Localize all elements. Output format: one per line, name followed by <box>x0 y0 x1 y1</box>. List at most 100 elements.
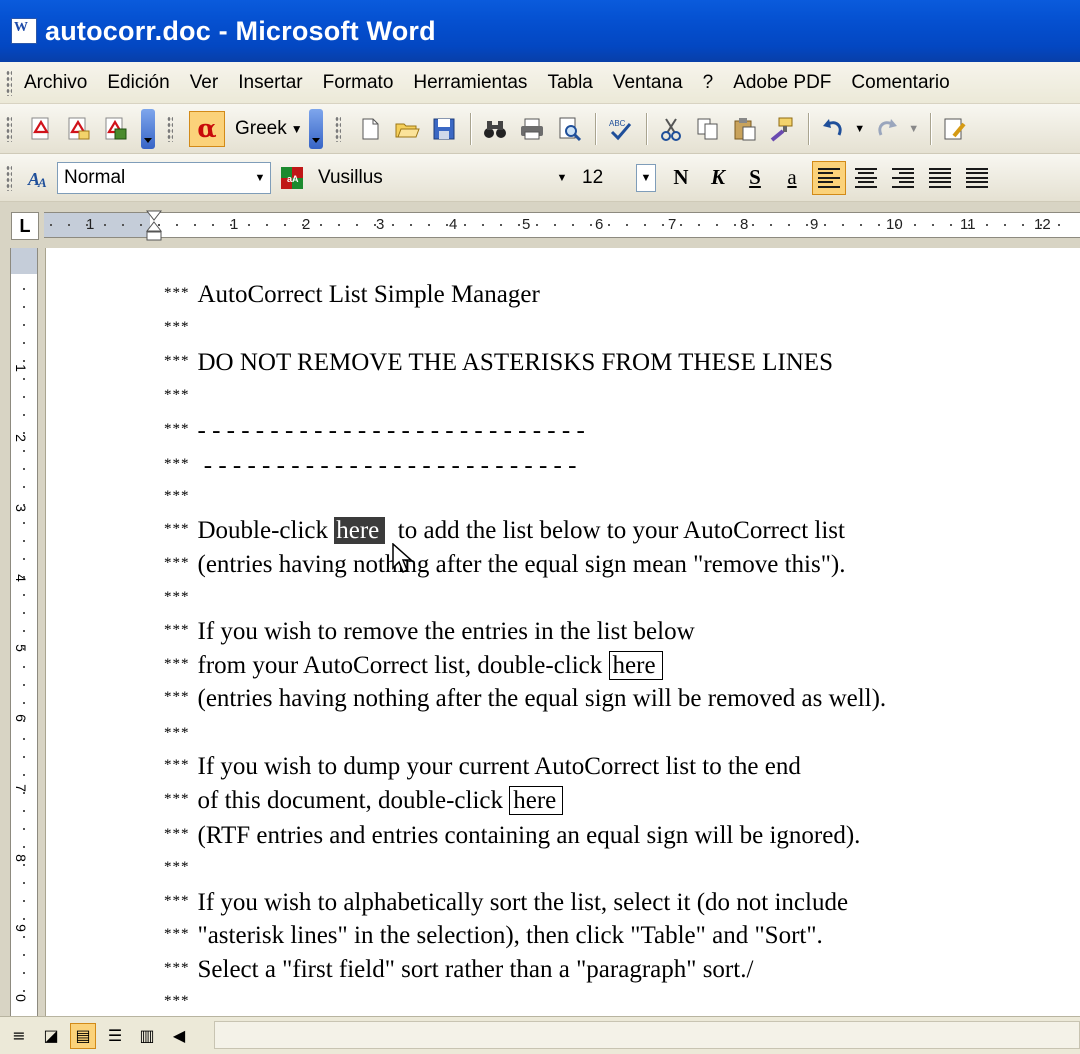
menu-edicion[interactable]: Edición <box>107 72 169 94</box>
menu-ver[interactable]: Ver <box>190 72 219 94</box>
vertical-ruler[interactable]: 1 2 3 4 5 6 7 8 9 0 <box>0 248 46 1016</box>
document-line[interactable]: *** - - - - - - - - - - - - - - - - - - -… <box>164 417 585 445</box>
search-binoculars-icon[interactable] <box>478 112 512 146</box>
reading-layout-view-icon[interactable]: ▥ <box>134 1023 160 1049</box>
vertical-ruler-tick <box>23 342 25 344</box>
redo-icon[interactable] <box>870 112 904 146</box>
justify-button[interactable] <box>923 161 957 195</box>
menu-ventana[interactable]: Ventana <box>613 72 683 94</box>
toolbar-separator <box>594 112 597 145</box>
outline-view-icon[interactable]: ☰ <box>102 1023 128 1049</box>
redo-dropdown-chevron-icon[interactable]: ▼ <box>907 112 921 146</box>
toolbar-grip-handle[interactable] <box>334 115 341 142</box>
pdf-review-icon[interactable] <box>98 112 132 146</box>
underline-button[interactable]: S <box>738 161 772 195</box>
copy-icon[interactable] <box>691 112 725 146</box>
document-line[interactable]: *** (RTF entries and entries containing a… <box>164 822 860 850</box>
document-line[interactable]: *** <box>164 989 198 1017</box>
pdf-email-icon[interactable] <box>61 112 95 146</box>
toolbar-options-chevron[interactable] <box>141 108 155 149</box>
document-line[interactable]: *** <box>164 855 198 883</box>
document-line[interactable]: *** from your AutoCorrect list, double-cl… <box>164 651 663 680</box>
menu-herramientas[interactable]: Herramientas <box>413 72 527 94</box>
web-layout-view-icon[interactable]: ◪ <box>38 1023 64 1049</box>
toolbar-grip-handle[interactable] <box>6 164 12 191</box>
menu-formato[interactable]: Formato <box>323 72 394 94</box>
style-combobox[interactable]: Normal ▼ <box>57 161 271 194</box>
vertical-ruler-tick <box>23 684 25 686</box>
document-line[interactable]: *** Double-click here to add the list bel… <box>164 517 845 545</box>
chevron-down-icon[interactable]: ▼ <box>250 163 270 193</box>
document-line[interactable]: *** (entries having nothing after the equ… <box>164 685 886 713</box>
here-macro-button[interactable]: here <box>509 786 564 815</box>
document-line[interactable]: *** <box>164 315 198 343</box>
document-line[interactable]: *** <box>164 484 198 512</box>
asterisk-marker: *** <box>164 656 190 672</box>
bold-button[interactable]: N <box>664 161 698 195</box>
normal-view-icon[interactable]: ≡ <box>6 1023 32 1049</box>
document-line[interactable]: *** <box>164 585 198 613</box>
open-folder-icon[interactable] <box>390 112 424 146</box>
menu-tabla[interactable]: Tabla <box>547 72 592 94</box>
print-icon[interactable] <box>515 112 549 146</box>
document-line[interactable]: *** Select a "first field" sort rather th… <box>164 956 753 984</box>
ruler-tick <box>194 224 196 226</box>
document-line[interactable]: *** If you wish to alphabetically sort th… <box>164 889 848 917</box>
character-underline-button[interactable]: a <box>775 161 809 195</box>
insert-hyperlink-icon[interactable] <box>938 112 972 146</box>
word-document-icon[interactable]: W <box>11 18 37 44</box>
menu-insertar[interactable]: Insertar <box>238 72 302 94</box>
print-layout-view-icon[interactable]: ▤ <box>70 1022 96 1049</box>
menu-adobe-pdf[interactable]: Adobe PDF <box>733 72 831 94</box>
greek-alpha-icon[interactable]: α <box>189 110 225 147</box>
chevron-down-icon[interactable]: ▼ <box>636 163 656 192</box>
document-line[interactable]: *** of this document, double-click here <box>164 786 564 815</box>
horizontal-ruler[interactable]: 1 1 2 3 4 5 6 7 8 9 10 11 12 <box>44 210 1080 241</box>
menu-help[interactable]: ? <box>703 72 714 94</box>
ruler-tick <box>518 224 520 226</box>
undo-icon[interactable] <box>816 112 850 146</box>
document-line[interactable]: *** AutoCorrect List Simple Manager <box>164 281 540 309</box>
horizontal-scrollbar[interactable] <box>214 1021 1080 1049</box>
document-line[interactable]: *** (entries having nothing after the equ… <box>164 551 846 579</box>
paste-clipboard-icon[interactable] <box>728 112 762 146</box>
convert-to-pdf-icon[interactable] <box>24 112 58 146</box>
align-left-button[interactable] <box>812 160 846 195</box>
here-macro-button[interactable]: here <box>334 517 386 544</box>
keyboard-language-dropdown[interactable]: Greek ▼ <box>235 118 303 140</box>
indent-marker-icon[interactable] <box>146 210 162 244</box>
toolbar-options-chevron[interactable] <box>308 108 323 149</box>
align-right-button[interactable] <box>886 161 920 195</box>
document-line[interactable]: *** "asterisk lines" in the selection), t… <box>164 922 823 950</box>
font-combobox[interactable]: Vusillus ▼ <box>312 162 572 194</box>
scroll-left-arrow-icon[interactable]: ◀ <box>166 1023 192 1049</box>
document-line[interactable]: *** <box>164 383 198 411</box>
tab-selector[interactable]: L <box>11 212 39 240</box>
line-spacing-button[interactable] <box>960 161 994 195</box>
toolbar-grip-handle[interactable] <box>6 115 12 142</box>
document-line[interactable]: *** If you wish to dump your current Auto… <box>164 753 801 781</box>
document-line[interactable]: *** DO NOT REMOVE THE ASTERISKS FROM THES… <box>164 349 833 377</box>
document-line[interactable]: *** If you wish to remove the entries in … <box>164 618 695 646</box>
italic-button[interactable]: K <box>701 161 735 195</box>
format-painter-icon[interactable] <box>765 112 799 146</box>
save-icon[interactable] <box>427 112 461 146</box>
here-macro-button[interactable]: here <box>608 651 663 680</box>
document-line[interactable]: *** - - - - - - - - - - - - - - - - - - … <box>164 452 576 480</box>
menu-archivo[interactable]: Archivo <box>24 72 87 94</box>
menu-comentario[interactable]: Comentario <box>851 72 949 94</box>
document-line[interactable]: *** <box>164 721 198 749</box>
print-preview-icon[interactable] <box>552 112 586 146</box>
align-center-button[interactable] <box>849 161 883 195</box>
document-page[interactable]: *** AutoCorrect List Simple Manager *** ***… <box>52 248 1080 1016</box>
menu-grip-handle[interactable] <box>6 69 12 96</box>
undo-dropdown-chevron-icon[interactable]: ▼ <box>853 112 867 146</box>
styles-formatting-icon[interactable]: AA <box>24 161 54 195</box>
cut-scissors-icon[interactable] <box>654 112 688 146</box>
font-size-combobox[interactable]: 12 ▼ <box>576 162 656 194</box>
toolbar-grip-handle[interactable] <box>167 115 173 142</box>
new-document-icon[interactable] <box>353 112 387 146</box>
spelling-check-icon[interactable]: ABC <box>603 112 637 146</box>
font-color-grid-icon[interactable]: aA <box>275 161 309 195</box>
chevron-down-icon[interactable]: ▼ <box>552 162 572 194</box>
